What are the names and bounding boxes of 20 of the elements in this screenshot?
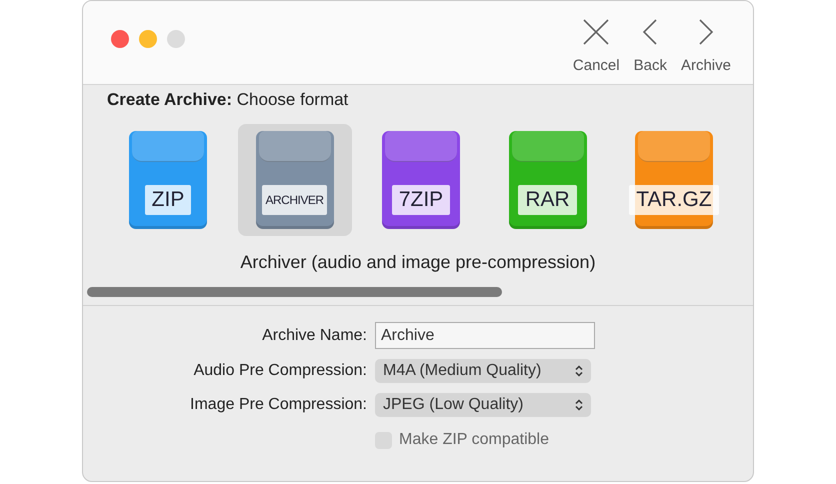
toolbar-button[interactable]: Cancel (570, 17, 622, 74)
format-description: Archiver (audio and image pre-compression) (239, 252, 597, 273)
scrollbar[interactable] (87, 287, 502, 297)
close-icon (581, 17, 612, 47)
toolbar-button[interactable]: Back (632, 17, 669, 74)
updown-icon (575, 399, 583, 411)
minimize-window-button[interactable] (139, 30, 157, 48)
field-label: Archive Name: (261, 326, 367, 344)
zoom-window-button[interactable] (167, 30, 185, 48)
archive-name-field[interactable]: Archive (375, 322, 595, 349)
updown-icon (575, 365, 583, 377)
heading: Create Archive: Choose format (107, 90, 350, 110)
toolbar-button[interactable]: Archive (678, 17, 733, 74)
dropdown[interactable]: JPEG (Low Quality) (375, 393, 591, 417)
format-button[interactable]: ARCHIVER (238, 124, 352, 236)
close-window-button[interactable] (111, 30, 129, 48)
field-label: Audio Pre Compression: (192, 362, 367, 380)
dropdown[interactable]: M4A (Medium Quality) (375, 359, 591, 383)
field-label: Image Pre Compression: (189, 396, 367, 414)
checkbox-label: Make ZIP compatible (399, 431, 549, 449)
